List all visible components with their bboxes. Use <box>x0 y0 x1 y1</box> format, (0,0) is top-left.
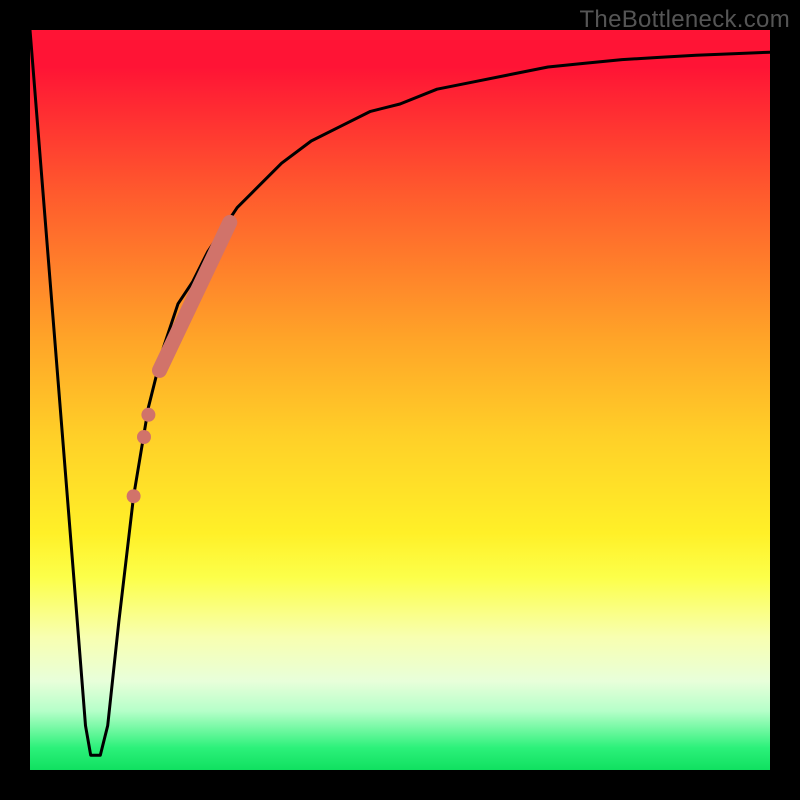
curve-layer <box>30 30 770 770</box>
bottleneck-curve <box>30 30 770 755</box>
chart-frame: TheBottleneck.com <box>0 0 800 800</box>
highlight-dot <box>141 408 155 422</box>
highlight-band <box>160 222 230 370</box>
highlight-dot <box>127 489 141 503</box>
watermark-text: TheBottleneck.com <box>579 6 790 34</box>
highlight-dot <box>137 430 151 444</box>
plot-area <box>30 30 770 770</box>
